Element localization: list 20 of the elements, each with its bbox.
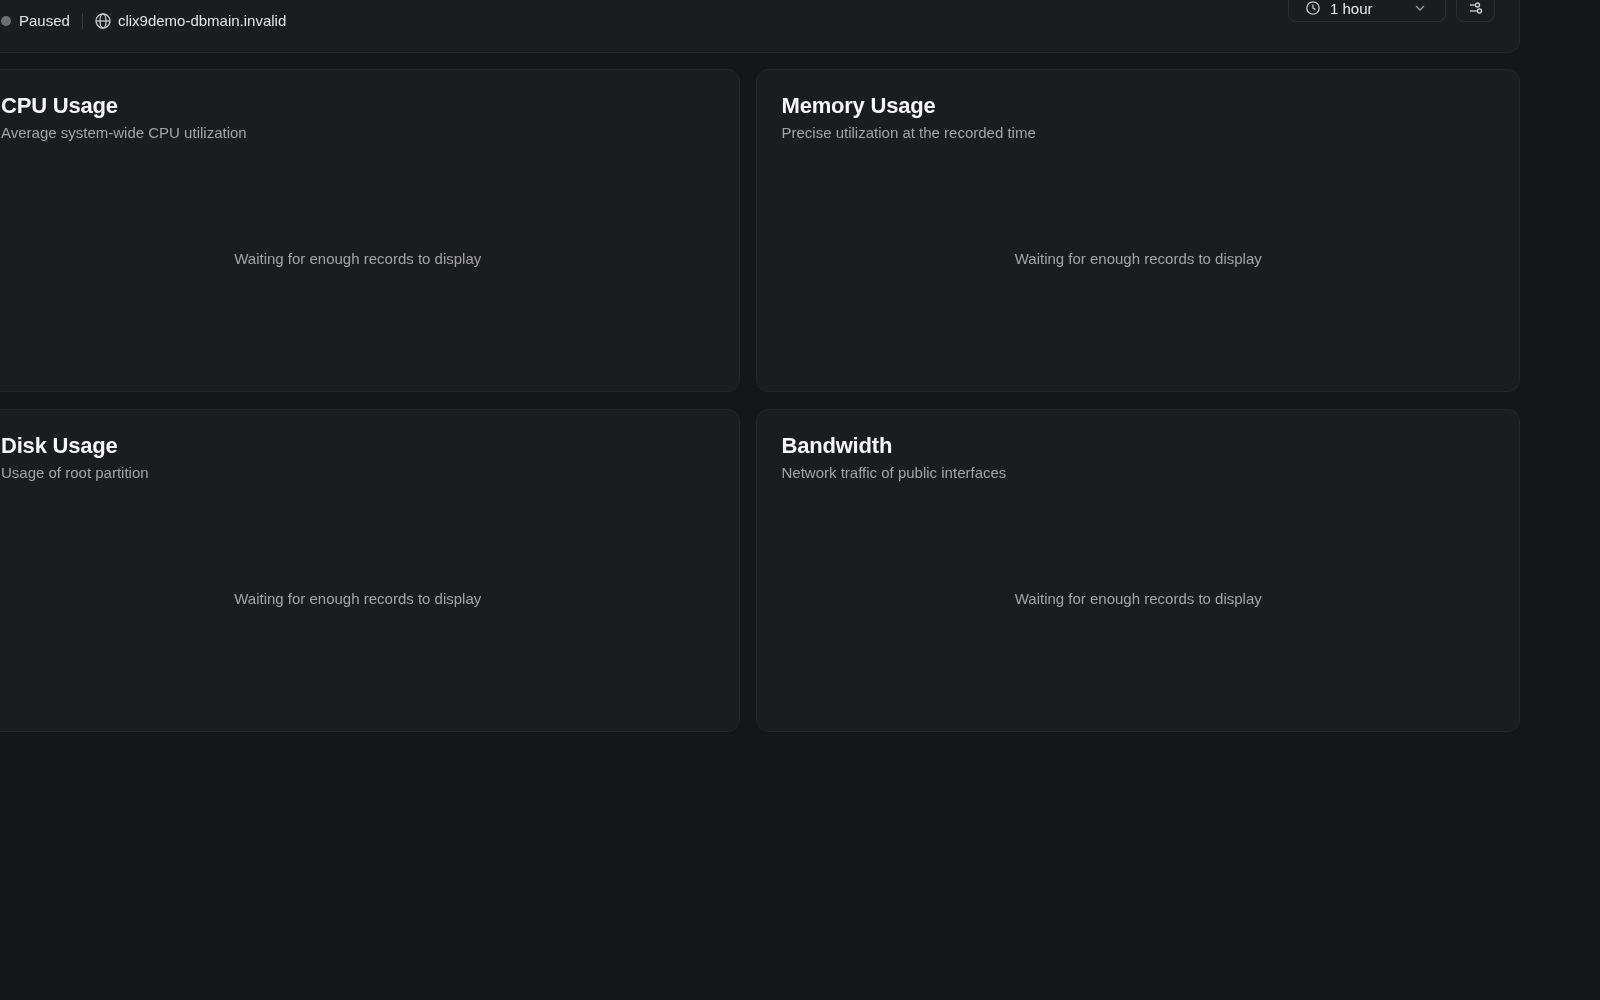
options-button[interactable] xyxy=(1456,0,1495,22)
card-subtitle: Precise utilization at the recorded time xyxy=(781,123,1037,143)
card-title: Bandwidth xyxy=(781,433,894,459)
host-name: clix9demo-dbmain.invalid xyxy=(117,12,287,30)
card-title: CPU Usage xyxy=(1,93,119,119)
clock-icon xyxy=(1306,1,1320,15)
globe-icon xyxy=(94,13,111,29)
status-label: Paused xyxy=(19,12,70,30)
chevron-down-icon xyxy=(1415,5,1425,11)
empty-chart-message: Waiting for enough records to display xyxy=(1014,250,1262,268)
empty-chart-message: Waiting for enough records to display xyxy=(234,250,482,268)
time-range-dropdown[interactable]: 1 hour xyxy=(1288,0,1446,22)
empty-chart-message: Waiting for enough records to display xyxy=(1014,590,1262,608)
card-subtitle: Average system-wide CPU utilization xyxy=(1,123,248,143)
card-subtitle: Network traffic of public interfaces xyxy=(781,463,1008,483)
card-title: Memory Usage xyxy=(781,93,937,119)
card-subtitle: Usage of root partition xyxy=(1,463,150,483)
sliders-icon xyxy=(1468,2,1483,14)
card-title: Disk Usage xyxy=(1,433,119,459)
empty-chart-message: Waiting for enough records to display xyxy=(234,590,482,608)
